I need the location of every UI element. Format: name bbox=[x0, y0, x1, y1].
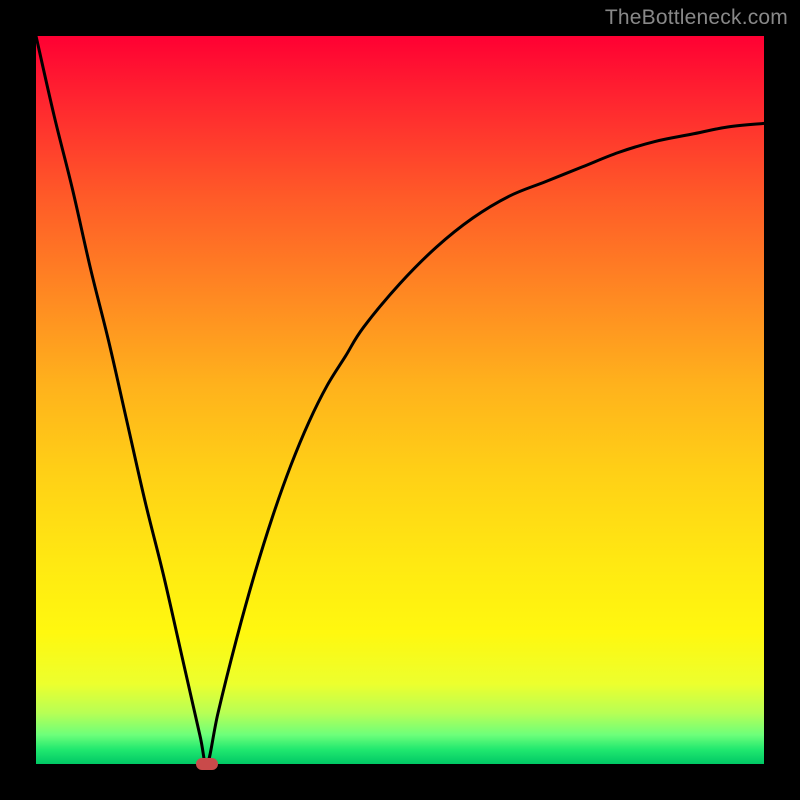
attribution-label: TheBottleneck.com bbox=[605, 6, 788, 30]
minimum-point-marker bbox=[196, 758, 218, 770]
bottleneck-curve-path bbox=[36, 36, 764, 764]
bottleneck-curve-svg bbox=[36, 36, 764, 764]
